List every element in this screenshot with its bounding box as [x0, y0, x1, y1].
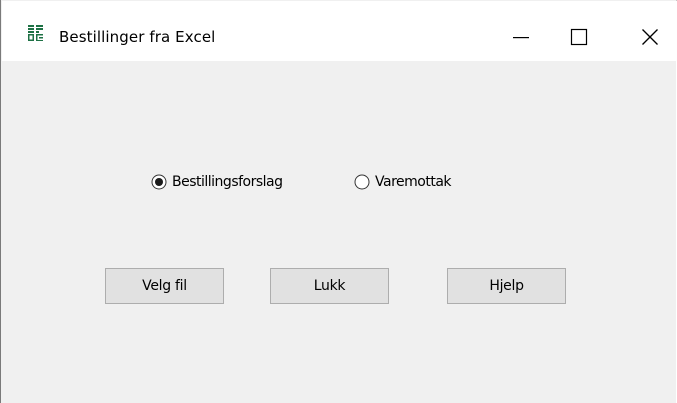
help-button[interactable]: Hjelp — [447, 268, 566, 304]
radio-varemottak-label: Varemottak — [375, 174, 452, 190]
radio-bestillingsforslag-label: Bestillingsforslag — [172, 174, 283, 190]
select-file-button[interactable]: Velg fil — [105, 268, 224, 304]
radio-selected-icon — [151, 174, 167, 190]
close-dialog-button[interactable]: Lukk — [270, 268, 389, 304]
radio-varemottak[interactable]: Varemottak — [354, 172, 484, 192]
window-title: Bestillinger fra Excel — [59, 28, 216, 46]
maximize-icon — [570, 28, 588, 46]
close-button[interactable] — [618, 2, 676, 62]
title-bar[interactable]: Bestillinger fra Excel — [2, 1, 677, 61]
close-icon — [642, 29, 658, 45]
radio-bestillingsforslag[interactable]: Bestillingsforslag — [151, 172, 311, 192]
dialog-window: Bestillinger fra Excel Bestillingsforsla… — [0, 0, 677, 403]
radio-unselected-icon — [354, 174, 370, 190]
maximize-button[interactable] — [542, 2, 600, 62]
excel-grid-icon — [27, 24, 45, 42]
